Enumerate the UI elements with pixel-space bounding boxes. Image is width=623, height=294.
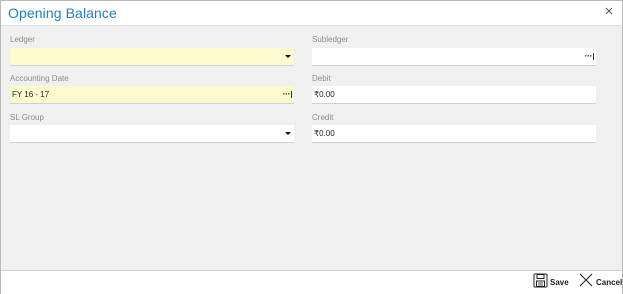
debit-value: ₹0.00 bbox=[314, 90, 335, 99]
debit-field[interactable]: ₹0.00 bbox=[312, 86, 596, 104]
ledger-label: Ledger bbox=[10, 35, 35, 44]
close-icon[interactable] bbox=[602, 4, 616, 18]
dialog-title: Opening Balance bbox=[8, 5, 117, 21]
credit-label: Credit bbox=[312, 113, 334, 122]
ellipsis-icon[interactable]: ··· bbox=[283, 89, 292, 99]
subledger-field[interactable]: ··· bbox=[312, 48, 596, 66]
cancel-button-label: Cancel bbox=[596, 278, 623, 287]
credit-field[interactable]: ₹0.00 bbox=[312, 125, 596, 143]
ellipsis-icon[interactable]: ··· bbox=[585, 51, 594, 61]
debit-label: Debit bbox=[312, 74, 331, 83]
chevron-down-icon[interactable] bbox=[285, 132, 291, 135]
sl-group-label: SL Group bbox=[10, 113, 44, 122]
dialog-titlebar: Opening Balance bbox=[1, 1, 622, 26]
chevron-down-icon[interactable] bbox=[285, 55, 291, 58]
sl-group-dropdown[interactable] bbox=[10, 125, 294, 143]
x-icon bbox=[578, 272, 594, 293]
accounting-date-label: Accounting Date bbox=[10, 74, 69, 83]
cancel-button[interactable]: Cancel bbox=[578, 272, 623, 293]
opening-balance-dialog: Opening Balance Ledger Subledger ··· Acc… bbox=[0, 0, 623, 294]
accounting-date-field[interactable]: FY 16 - 17 ··· bbox=[10, 86, 294, 104]
subledger-label: Subledger bbox=[312, 35, 349, 44]
save-button[interactable]: Save bbox=[533, 273, 569, 293]
dialog-footer: Save Cancel bbox=[1, 270, 622, 294]
accounting-date-value: FY 16 - 17 bbox=[12, 90, 50, 99]
credit-value: ₹0.00 bbox=[314, 129, 335, 138]
ledger-dropdown[interactable] bbox=[10, 48, 294, 66]
save-button-label: Save bbox=[550, 278, 569, 287]
floppy-disk-icon bbox=[533, 273, 548, 293]
